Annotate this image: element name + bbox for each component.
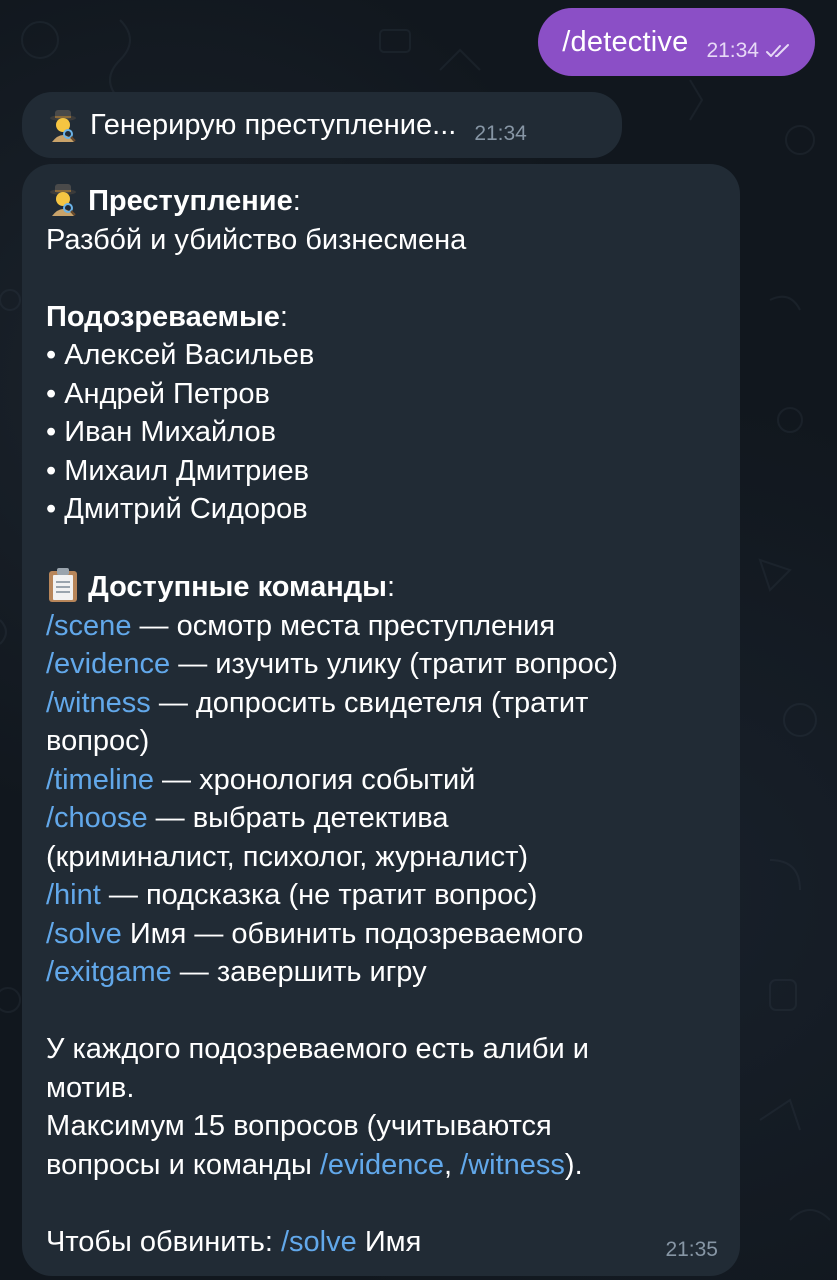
command-description: вопрос) <box>46 725 150 757</box>
command-item: /hint — подсказка (не тратит вопрос) <box>46 876 720 915</box>
bullet: • <box>46 493 57 525</box>
bullet: • <box>46 454 57 487</box>
command-link[interactable]: /hint <box>46 879 101 911</box>
command-item: /solve Имя — обвинить подозреваемого <box>46 915 720 954</box>
command-description: — подсказка (не тратит вопрос) <box>100 879 538 911</box>
generating-message-time: 21:34 <box>474 122 527 145</box>
evidence-command-link[interactable]: /evidence <box>320 1149 444 1181</box>
command-item: /timeline — хронология событий <box>46 761 720 800</box>
detective-emoji-icon <box>50 110 76 142</box>
accuse-suffix: Имя <box>356 1225 422 1258</box>
suspects-header: Подозреваемые: <box>46 298 720 337</box>
command-description: — допросить свидетеля (тратит <box>150 686 589 719</box>
suspect-item: • Дмитрий Сидоров <box>46 490 720 529</box>
suspect-item: • Алексей Васильев <box>46 336 720 375</box>
witness-command-link[interactable]: /witness <box>460 1149 565 1181</box>
suspects-label: Подозреваемые <box>46 300 280 333</box>
accuse-prefix: Чтобы обвинить: <box>46 1225 281 1258</box>
command-item: (криминалист, психолог, журналист) <box>46 838 720 877</box>
suspects-list: • Алексей Васильев • Андрей Петров • Иван … <box>46 336 720 529</box>
commands-list: /scene — осмотр места преступления/evide… <box>46 607 720 992</box>
outgoing-message-meta: 21:34 <box>706 39 795 63</box>
bullet: • <box>46 416 57 448</box>
crime-text: Разбо́й и убийство бизнесмена <box>46 223 467 256</box>
suspect-name: Андрей Петров <box>64 377 270 410</box>
commands-header: Доступные команды: <box>46 567 720 607</box>
suspects-colon: : <box>279 300 288 333</box>
command-description: — выбрать детектива <box>147 802 449 834</box>
crime-colon: : <box>292 185 301 217</box>
suspect-name: Алексей Васильев <box>64 339 315 371</box>
solve-command-link[interactable]: /solve <box>281 1226 357 1258</box>
crime-label: Преступление <box>88 185 293 217</box>
max-questions-prefix: вопросы и команды <box>46 1148 320 1181</box>
info-line-1: У каждого подозреваемого есть алиби и <box>46 1033 589 1065</box>
detective-emoji-icon <box>50 184 76 216</box>
command-item: /scene — осмотр места преступления <box>46 607 720 646</box>
max-questions-line-2: вопросы и команды /evidence, /witness). <box>46 1146 720 1185</box>
commands-label: Доступные команды <box>88 571 387 603</box>
chat-background: /detective 21:34 Генерирую преступление.… <box>0 0 837 1280</box>
outgoing-message-text: /detective <box>562 25 689 58</box>
suspect-name: Михаил Дмитриев <box>64 454 309 487</box>
command-link[interactable]: /witness <box>46 687 151 719</box>
command-item: /choose — выбрать детектива <box>46 799 720 838</box>
game-message-content: Преступление: Разбо́й и убийство бизнесм… <box>46 182 720 1261</box>
command-link[interactable]: /evidence <box>46 648 170 680</box>
command-link[interactable]: /scene <box>46 610 131 642</box>
accuse-line: Чтобы обвинить: /solve Имя <box>46 1223 720 1262</box>
suspect-item: • Михаил Дмитриев <box>46 452 720 491</box>
bullet: • <box>46 339 57 371</box>
command-link[interactable]: /solve <box>46 918 122 950</box>
suspect-item: • Иван Михайлов <box>46 413 720 452</box>
command-item: вопрос) <box>46 722 720 761</box>
game-message-bubble[interactable]: Преступление: Разбо́й и убийство бизнесм… <box>22 164 740 1276</box>
command-description: (криминалист, психолог, журналист) <box>46 840 529 873</box>
command-description: — завершить игру <box>171 956 427 988</box>
game-message-time: 21:35 <box>665 1238 718 1261</box>
command-description: — осмотр места преступления <box>131 609 556 642</box>
max-questions-suffix: ). <box>564 1148 583 1181</box>
command-item: /witness — допросить свидетеля (тратит <box>46 684 720 723</box>
max-questions-separator: , <box>444 1148 461 1181</box>
command-description: Имя — обвинить подозреваемого <box>121 917 584 950</box>
double-check-icon <box>766 44 789 57</box>
command-item: /exitgame — завершить игру <box>46 953 720 992</box>
incoming-message-bubble[interactable]: Генерирую преступление... 21:34 <box>22 92 622 158</box>
suspect-name: Иван Михайлов <box>64 416 276 448</box>
command-link[interactable]: /choose <box>46 802 148 834</box>
command-description: — хронология событий <box>154 763 476 796</box>
bullet: • <box>46 377 57 410</box>
command-link[interactable]: /exitgame <box>46 956 172 988</box>
outgoing-message-bubble[interactable]: /detective 21:34 <box>538 8 815 76</box>
info-line-2: мотив. <box>46 1071 135 1104</box>
command-link[interactable]: /timeline <box>46 764 154 796</box>
command-item: /evidence — изучить улику (тратит вопрос… <box>46 645 720 684</box>
command-description: — изучить улику (тратит вопрос) <box>170 648 618 680</box>
suspect-item: • Андрей Петров <box>46 375 720 414</box>
max-questions-line-1: Максимум 15 вопросов (учитываются <box>46 1110 552 1142</box>
suspect-name: Дмитрий Сидоров <box>64 493 308 525</box>
generating-message-text: Генерирую преступление... <box>90 108 457 141</box>
clipboard-icon <box>49 568 77 602</box>
outgoing-message-time: 21:34 <box>706 39 759 62</box>
crime-header: Преступление: <box>46 182 720 221</box>
commands-colon: : <box>386 571 395 603</box>
